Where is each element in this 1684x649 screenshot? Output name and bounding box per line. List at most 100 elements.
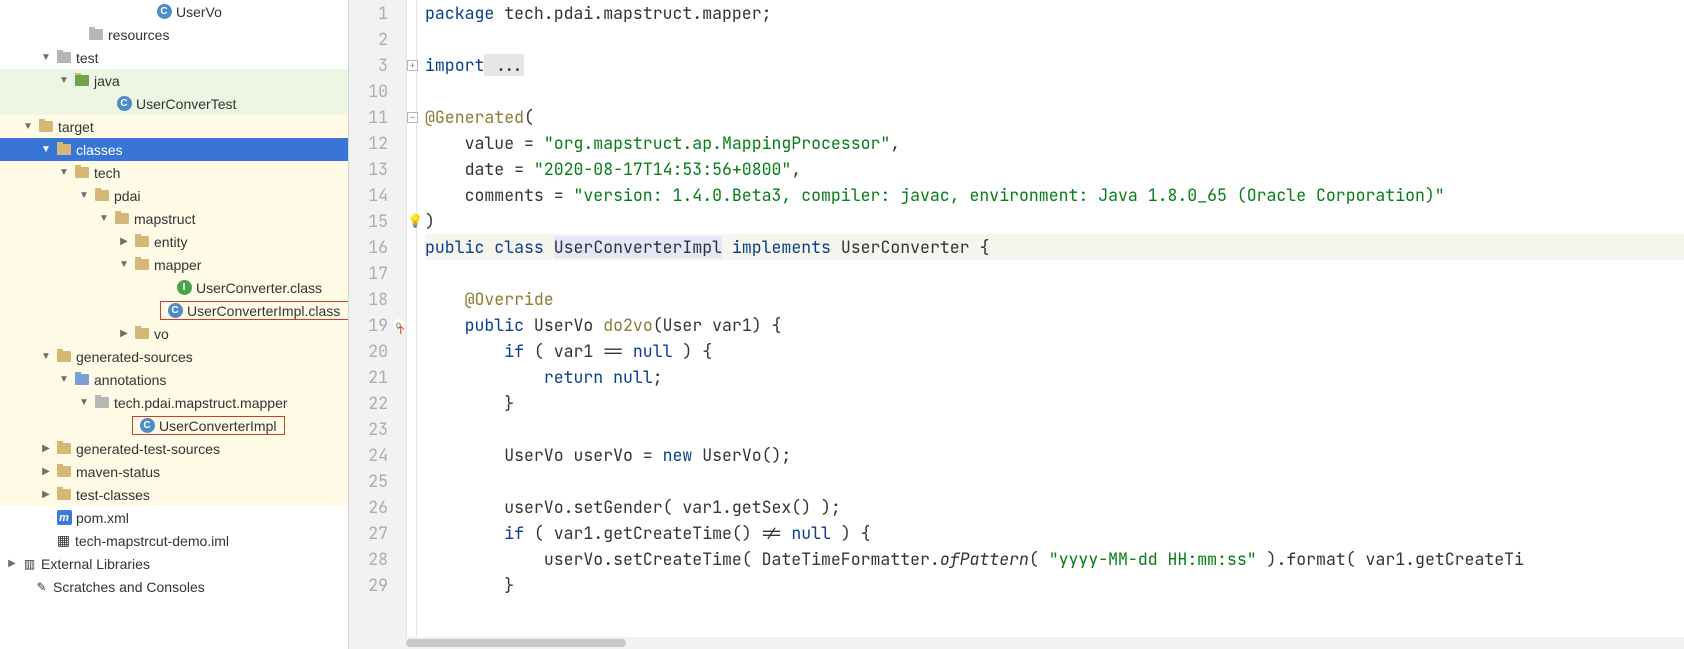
folder-icon [56,464,72,480]
tree-item-annotations[interactable]: ▼annotations [0,368,348,391]
tree-item-iml[interactable]: ▦tech-mapstrcut-demo.iml [0,529,348,552]
tree-item-mapstruct[interactable]: ▼mapstruct [0,207,348,230]
scrollbar-thumb[interactable] [406,639,626,647]
code-line: if ( var1.getCreateTime() != null ) { [425,520,1684,546]
code-line: import ... [425,52,1684,78]
horizontal-scrollbar[interactable] [406,637,1684,649]
project-tree[interactable]: CUserVo resources ▼test ▼java CUserConve… [0,0,349,649]
line-number: 18 [349,286,406,312]
line-number: 20 [349,338,406,364]
class-icon: C [139,418,155,434]
code-line: public class UserConverterImpl implement… [425,234,1684,260]
chevron-down-icon[interactable]: ▼ [40,52,52,63]
tree-item-java[interactable]: ▼java [0,69,348,92]
code-line: date = "2020-08-17T14:53:56+0800", [425,156,1684,182]
code-line: } [425,390,1684,416]
chevron-down-icon[interactable]: ▼ [118,259,130,270]
tree-item-mapper[interactable]: ▼mapper [0,253,348,276]
chevron-down-icon[interactable]: ▼ [22,121,34,132]
scratches-icon: ✎ [34,579,49,594]
line-number: 16 [349,234,406,260]
line-number: 1 [349,0,406,26]
tree-item-generated-sources[interactable]: ▼generated-sources [0,345,348,368]
line-number: 14 [349,182,406,208]
chevron-down-icon[interactable]: ▼ [78,397,90,408]
chevron-right-icon[interactable]: ▶ [118,236,130,247]
folder-icon [56,142,72,158]
folder-icon [88,27,104,43]
folder-icon [134,234,150,250]
code-editor[interactable]: 1 2 3 10 11 12 13 14 15 16 17 18 19o↑ 20… [349,0,1684,649]
interface-icon: I [176,280,192,296]
folder-icon [56,349,72,365]
tree-item-tech-pkg[interactable]: ▼tech.pdai.mapstruct.mapper [0,391,348,414]
tree-item-userconverter-class[interactable]: IUserConverter.class [0,276,348,299]
tree-item-target[interactable]: ▼target [0,115,348,138]
class-icon: C [167,303,183,319]
fold-gutter[interactable]: + – 💡 [407,0,417,649]
chevron-right-icon[interactable]: ▶ [6,558,18,569]
code-line: ) [425,208,1684,234]
fold-toggle[interactable]: – [407,112,418,123]
chevron-right-icon[interactable]: ▶ [118,328,130,339]
folder-icon [94,395,110,411]
tree-item-pdai[interactable]: ▼pdai [0,184,348,207]
code-line [425,26,1684,52]
tree-item-external-libraries[interactable]: ▶▥External Libraries [0,552,348,575]
iml-icon: ▦ [56,533,71,548]
chevron-down-icon[interactable]: ▼ [98,213,110,224]
folder-icon [134,257,150,273]
class-icon: C [116,96,132,112]
code-line: public UserVo do2vo(User var1) { [425,312,1684,338]
line-number: 10 [349,78,406,104]
tree-item-test-classes[interactable]: ▶test-classes [0,483,348,506]
tree-item-userconvertest[interactable]: CUserConverTest [0,92,348,115]
code-line: value = "org.mapstruct.ap.MappingProcess… [425,130,1684,156]
tree-item-userconverterimpl[interactable]: CUserConverterImpl [0,414,348,437]
tree-item-vo[interactable]: ▶vo [0,322,348,345]
tree-item-classes[interactable]: ▼classes [0,138,348,161]
chevron-down-icon[interactable]: ▼ [78,190,90,201]
tree-item-generated-test-sources[interactable]: ▶generated-test-sources [0,437,348,460]
chevron-down-icon[interactable]: ▼ [58,75,70,86]
folder-icon [94,188,110,204]
intention-bulb-icon[interactable]: 💡 [407,212,423,229]
code-line: userVo.setGender( var1.getSex() ); [425,494,1684,520]
chevron-down-icon[interactable]: ▼ [58,167,70,178]
line-number: 22 [349,390,406,416]
line-number: 15 [349,208,406,234]
code-line: @Override [425,286,1684,312]
chevron-down-icon[interactable]: ▼ [58,374,70,385]
tree-item-scratches[interactable]: ✎Scratches and Consoles [0,575,348,598]
code-line: UserVo userVo = new UserVo(); [425,442,1684,468]
line-number: 21 [349,364,406,390]
fold-toggle[interactable]: + [407,60,418,71]
code-area[interactable]: package tech.pdai.mapstruct.mapper; impo… [417,0,1684,649]
tree-item-tech[interactable]: ▼tech [0,161,348,184]
code-line: comments = "version: 1.4.0.Beta3, compil… [425,182,1684,208]
line-number: 28 [349,546,406,572]
folder-icon [56,487,72,503]
line-number: 17 [349,260,406,286]
code-line: } [425,572,1684,598]
chevron-right-icon[interactable]: ▶ [40,489,52,500]
line-number: 11 [349,104,406,130]
line-number: 19o↑ [349,312,406,338]
tree-item-uservo[interactable]: CUserVo [0,0,348,23]
tree-item-maven-status[interactable]: ▶maven-status [0,460,348,483]
line-gutter: 1 2 3 10 11 12 13 14 15 16 17 18 19o↑ 20… [349,0,407,649]
tree-item-pom[interactable]: mpom.xml [0,506,348,529]
chevron-right-icon[interactable]: ▶ [40,466,52,477]
chevron-down-icon[interactable]: ▼ [40,144,52,155]
chevron-down-icon[interactable]: ▼ [40,351,52,362]
tree-item-test[interactable]: ▼test [0,46,348,69]
tree-item-userconverterimpl-class[interactable]: CUserConverterImpl.class [0,299,348,322]
tree-item-resources[interactable]: resources [0,23,348,46]
class-icon: C [156,4,172,20]
folder-icon [134,326,150,342]
tree-item-entity[interactable]: ▶entity [0,230,348,253]
highlight-box: CUserConverterImpl [132,416,285,435]
chevron-right-icon[interactable]: ▶ [40,443,52,454]
folder-icon [74,372,90,388]
code-line [425,416,1684,442]
